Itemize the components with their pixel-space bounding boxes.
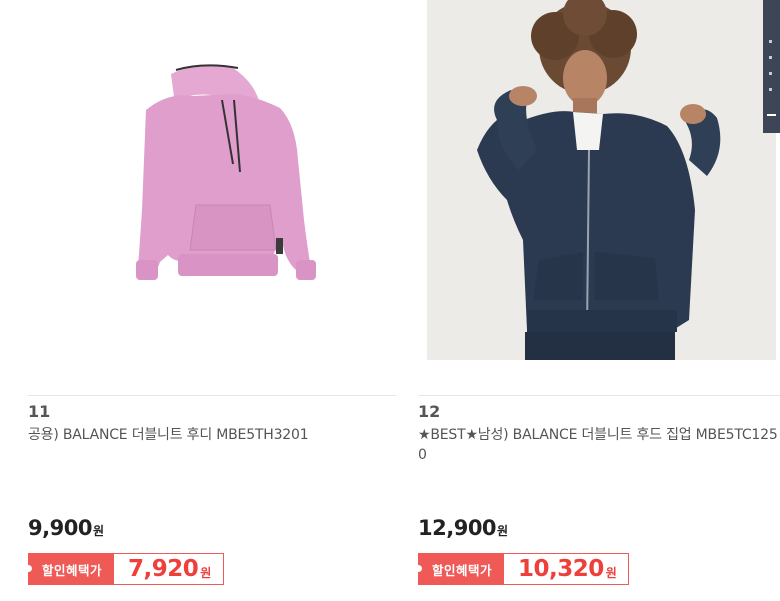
product-name[interactable]: ★BEST★남성) BALANCE 더블니트 후드 집업 MBE5TC1250 (418, 425, 778, 465)
discount-price: 10,320 원 (504, 553, 630, 585)
discount-label: 할인혜택가 (25, 553, 115, 585)
minus-icon[interactable] (767, 114, 776, 116)
discount-label-text: 할인혜택가 (432, 562, 493, 578)
discount-label-text: 할인혜택가 (42, 562, 103, 578)
divider (418, 395, 780, 396)
product-rank: 11 (28, 402, 51, 421)
product-image[interactable] (28, 0, 396, 360)
product-card-12[interactable]: 12 ★BEST★남성) BALANCE 더블니트 후드 집업 MBE5TC12… (415, 0, 780, 601)
discount-price-box: 할인혜택가 10,320 원 (415, 553, 630, 585)
discount-price-value: 10,320 (518, 556, 604, 582)
discount-price-unit: 원 (200, 565, 211, 580)
discount-price: 7,920 원 (114, 553, 224, 585)
product-image[interactable] (427, 0, 776, 360)
discount-price-value: 7,920 (128, 556, 199, 582)
price-unit: 원 (497, 524, 508, 538)
product-card-11[interactable]: 11 공용) BALANCE 더블니트 후디 MBE5TH3201 9,900원… (25, 0, 396, 601)
model-navy-hoodie-photo (427, 0, 776, 360)
dot-icon (25, 565, 32, 572)
side-widget-text (767, 40, 777, 102)
price-unit: 원 (92, 524, 104, 538)
pink-hoodie-illustration (136, 64, 316, 280)
price-value: 9,900 (28, 516, 92, 540)
product-price: 12,900원 (418, 516, 508, 540)
discount-price-unit: 원 (605, 565, 617, 580)
product-price: 9,900원 (28, 516, 104, 540)
product-name[interactable]: 공용) BALANCE 더블니트 후디 MBE5TH3201 (28, 425, 388, 445)
floating-side-widget[interactable] (763, 0, 780, 133)
price-value: 12,900 (418, 516, 497, 540)
divider (28, 395, 396, 396)
product-rank: 12 (418, 402, 441, 421)
discount-label: 할인혜택가 (415, 553, 505, 585)
dot-icon (415, 565, 422, 572)
discount-price-box: 할인혜택가 7,920 원 (25, 553, 224, 585)
